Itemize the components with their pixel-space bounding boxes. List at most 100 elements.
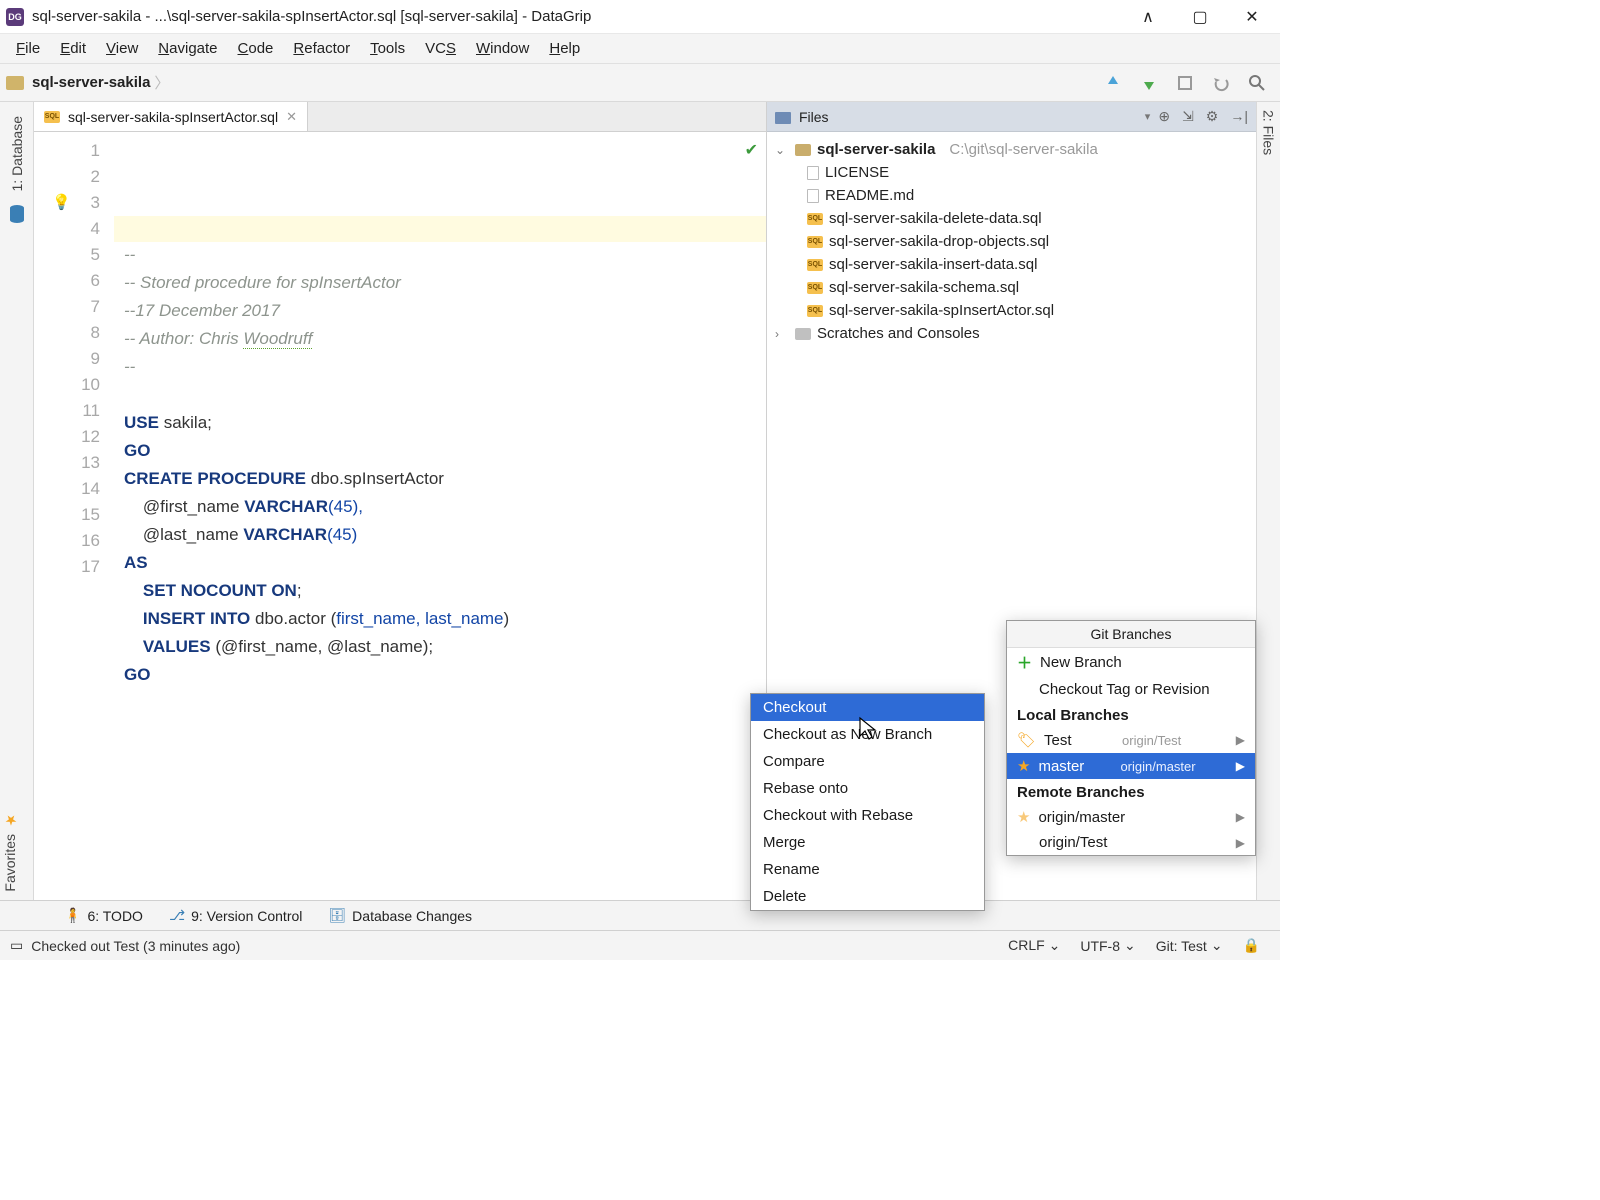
folder-icon <box>6 76 24 90</box>
minimize-button[interactable]: ∧ <box>1136 5 1160 29</box>
collapse-icon[interactable]: ⇲ <box>1182 108 1194 125</box>
tab-label: sql-server-sakila-spInsertActor.sql <box>68 109 278 125</box>
sql-file-icon: SQL <box>807 236 823 248</box>
menu-window[interactable]: Window <box>466 37 539 60</box>
titlebar: DG sql-server-sakila - ...\sql-server-sa… <box>0 0 1280 34</box>
vcs-update-icon[interactable] <box>1104 74 1122 92</box>
tree-file[interactable]: LICENSE <box>767 161 1256 184</box>
app-icon: DG <box>6 8 24 26</box>
tree-file[interactable]: SQLsql-server-sakila-drop-objects.sql <box>767 230 1256 253</box>
files-icon <box>775 110 791 124</box>
status-message: Checked out Test (3 minutes ago) <box>31 938 240 954</box>
close-button[interactable]: ✕ <box>1240 5 1264 29</box>
menu-help[interactable]: Help <box>539 37 590 60</box>
bottom-tool-stripe: 🧍6: TODO ⎇9: Version Control 🗄Database C… <box>0 900 1280 930</box>
menu-view[interactable]: View <box>96 37 148 60</box>
ctx-merge[interactable]: Merge <box>751 829 984 856</box>
chevron-right-icon: 〉 <box>154 72 169 93</box>
current-line-highlight <box>114 216 766 242</box>
database-tool-tab[interactable]: 1: Database <box>7 108 27 200</box>
menu-code[interactable]: Code <box>228 37 284 60</box>
undo-icon[interactable] <box>1212 74 1230 92</box>
chevron-right-icon: ▶ <box>1236 759 1245 773</box>
ctx-compare[interactable]: Compare <box>751 748 984 775</box>
files-panel-title: Files <box>799 109 1137 125</box>
sql-file-icon: SQL <box>44 111 60 123</box>
todo-tool-tab[interactable]: 🧍6: TODO <box>64 907 143 924</box>
code-content[interactable]: ✔ 💡 -- -- Stored procedure for spInsertA… <box>114 132 766 900</box>
ctx-checkout-rebase[interactable]: Checkout with Rebase <box>751 802 984 829</box>
code-editor[interactable]: 1234567891011121314151617 ✔ 💡 -- -- Stor… <box>34 132 766 900</box>
menu-tools[interactable]: Tools <box>360 37 415 60</box>
star-icon: ★ <box>1017 808 1030 826</box>
folder-icon <box>795 328 811 340</box>
chevron-down-icon[interactable]: ▾ <box>1145 110 1151 123</box>
ctx-delete[interactable]: Delete <box>751 883 984 910</box>
chevron-right-icon: ▶ <box>1236 836 1245 850</box>
editor-tab[interactable]: SQL sql-server-sakila-spInsertActor.sql … <box>34 102 308 131</box>
maximize-button[interactable]: ▢ <box>1188 5 1212 29</box>
tree-file[interactable]: README.md <box>767 184 1256 207</box>
ctx-rebase[interactable]: Rebase onto <box>751 775 984 802</box>
star-icon: ★ <box>1017 757 1030 775</box>
folder-icon <box>795 144 811 156</box>
sql-file-icon: SQL <box>807 259 823 271</box>
vcs-icon: ⎇ <box>169 907 185 924</box>
tree-file[interactable]: SQLsql-server-sakila-schema.sql <box>767 276 1256 299</box>
tree-file[interactable]: SQLsql-server-sakila-spInsertActor.sql <box>767 299 1256 322</box>
remote-branches-header: Remote Branches <box>1007 779 1255 804</box>
encoding-widget[interactable]: UTF-8 ⌄ <box>1070 937 1145 954</box>
vcs-history-icon[interactable] <box>1176 74 1194 92</box>
inspection-ok-icon[interactable]: ✔ <box>745 138 758 164</box>
menu-refactor[interactable]: Refactor <box>283 37 360 60</box>
menu-file[interactable]: File <box>6 37 50 60</box>
checkout-tag-item[interactable]: Checkout Tag or Revision <box>1007 677 1255 702</box>
lock-icon[interactable]: 🔒 <box>1233 937 1270 954</box>
target-icon[interactable]: ⊕ <box>1158 108 1170 125</box>
favorites-tool-tab[interactable]: Favorites★ <box>0 804 34 900</box>
git-branches-popup: Git Branches ＋New Branch Checkout Tag or… <box>1006 620 1256 856</box>
ctx-checkout-new[interactable]: Checkout as New Branch <box>751 721 984 748</box>
database-changes-tool-tab[interactable]: 🗄Database Changes <box>328 907 472 924</box>
tree-scratches[interactable]: › Scratches and Consoles <box>767 322 1256 345</box>
ctx-checkout[interactable]: Checkout <box>751 694 984 721</box>
tree-root[interactable]: ⌄ sql-server-sakila C:\git\sql-server-sa… <box>767 138 1256 161</box>
breadcrumb[interactable]: sql-server-sakila <box>32 74 150 91</box>
file-tree[interactable]: ⌄ sql-server-sakila C:\git\sql-server-sa… <box>767 132 1256 351</box>
status-icon[interactable]: ▭ <box>10 937 23 954</box>
search-icon[interactable] <box>1248 74 1266 92</box>
tree-file[interactable]: SQLsql-server-sakila-delete-data.sql <box>767 207 1256 230</box>
navbar: sql-server-sakila 〉 <box>0 64 1280 102</box>
gear-icon[interactable]: ⚙ <box>1206 108 1219 125</box>
left-tool-stripe: 1: Database <box>0 102 34 900</box>
ctx-rename[interactable]: Rename <box>751 856 984 883</box>
menu-edit[interactable]: Edit <box>50 37 96 60</box>
new-branch-item[interactable]: ＋New Branch <box>1007 648 1255 677</box>
expand-icon[interactable]: ⌄ <box>775 143 789 157</box>
files-panel-header: Files ▾ ⊕ ⇲ ⚙ →| <box>767 102 1256 132</box>
version-control-tool-tab[interactable]: ⎇9: Version Control <box>169 907 302 924</box>
editor-area: SQL sql-server-sakila-spInsertActor.sql … <box>34 102 766 900</box>
hide-icon[interactable]: →| <box>1230 108 1248 125</box>
branch-item-test[interactable]: 🏷Testorigin/Test▶ <box>1007 727 1255 753</box>
line-ending-widget[interactable]: CRLF ⌄ <box>998 937 1070 954</box>
toolbar-right <box>1104 74 1274 92</box>
menu-vcs[interactable]: VCS <box>415 37 466 60</box>
expand-icon[interactable]: › <box>775 327 789 341</box>
local-branches-header: Local Branches <box>1007 702 1255 727</box>
tab-close-icon[interactable]: ✕ <box>286 109 297 125</box>
todo-icon: 🧍 <box>64 907 81 924</box>
db-changes-icon: 🗄 <box>328 907 346 924</box>
sql-file-icon: SQL <box>807 213 823 225</box>
plus-icon: ＋ <box>1017 652 1032 673</box>
intention-bulb-icon[interactable]: 💡 <box>52 190 71 216</box>
vcs-commit-icon[interactable] <box>1140 74 1158 92</box>
chevron-right-icon: ▶ <box>1236 810 1245 824</box>
branch-item-master[interactable]: ★masterorigin/master▶ <box>1007 753 1255 779</box>
menu-navigate[interactable]: Navigate <box>148 37 227 60</box>
files-tool-tab[interactable]: 2: Files <box>1259 102 1279 163</box>
git-branch-widget[interactable]: Git: Test ⌄ <box>1146 937 1233 954</box>
remote-branch-item[interactable]: origin/Test▶ <box>1007 830 1255 855</box>
remote-branch-item[interactable]: ★origin/master▶ <box>1007 804 1255 830</box>
tree-file[interactable]: SQLsql-server-sakila-insert-data.sql <box>767 253 1256 276</box>
